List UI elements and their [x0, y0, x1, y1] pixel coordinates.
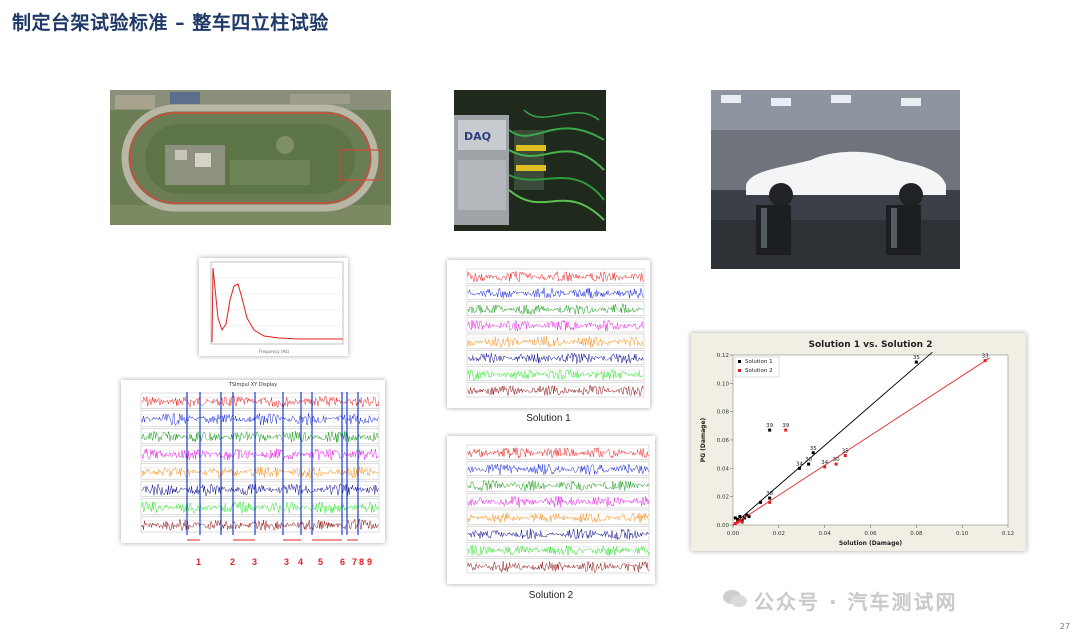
- test-track-aerial-photo: [110, 90, 391, 225]
- solution2-channels-panel: [447, 436, 655, 584]
- four-poster-vehicle-photo: [711, 90, 960, 269]
- segment-label: 1: [196, 557, 202, 567]
- x-tick-label: 0.02: [773, 531, 785, 537]
- x-tick-label: 0.12: [1002, 531, 1014, 537]
- damage-comparison-chart: Solution 1 vs. Solution 2 0.00 0.02 0.04 0.0…: [691, 333, 1026, 551]
- tsimpul-segmented-display: TSImpul XY Display: [121, 380, 385, 543]
- daq-hardware-photo: DAQ: [454, 90, 606, 231]
- point-label: 38: [766, 491, 773, 497]
- point-label: 34: [821, 460, 828, 466]
- solution1-caption: Solution 1: [526, 413, 571, 424]
- y-tick-label: 0.12: [717, 353, 729, 359]
- scatter-point: [738, 515, 742, 518]
- point-label: 30: [805, 457, 812, 463]
- solution1-channels-panel: [447, 260, 650, 408]
- point-label: 39: [766, 423, 773, 429]
- y-tick-label: 0.08: [717, 410, 730, 416]
- x-tick-label: 0.00: [727, 531, 740, 537]
- point-label: 35: [842, 449, 849, 455]
- frequency-spectrum-panel: Frequency (Hz): [199, 258, 348, 356]
- segment-label: 3: [284, 557, 290, 567]
- segment-label: 5: [318, 557, 324, 567]
- point-label: 39: [782, 423, 789, 429]
- segment-label: 6: [340, 557, 346, 567]
- wechat-icon: [722, 588, 748, 610]
- solution2-caption: Solution 2: [528, 590, 574, 601]
- scatter-point: [768, 500, 772, 504]
- segment-label: 3: [252, 557, 258, 567]
- point-label: 34: [796, 461, 803, 467]
- segment-label: 9: [367, 557, 373, 567]
- legend-entry: Solution 2: [745, 368, 773, 374]
- watermark-text: 公众号 · 汽车测试网: [754, 590, 958, 614]
- segment-label: 2: [230, 557, 236, 567]
- x-tick-label: 0.08: [910, 531, 923, 537]
- x-tick-label: 0.04: [819, 531, 832, 537]
- point-label: 33: [982, 354, 989, 360]
- scatter-point: [740, 520, 744, 524]
- y-tick-label: 0.06: [717, 438, 730, 444]
- x-tick-label: 0.10: [956, 531, 969, 537]
- page-number: 27: [1059, 622, 1070, 631]
- y-tick-label: 0.02: [717, 495, 729, 501]
- chart-title: Solution 1 vs. Solution 2: [809, 340, 933, 350]
- segment-label: 8: [359, 557, 365, 567]
- y-tick-label: 0.10: [717, 381, 730, 387]
- page-title: 制定台架试验标准 – 整车四立柱试验: [12, 12, 329, 34]
- svg-text:Frequency (Hz): Frequency (Hz): [259, 349, 290, 354]
- point-label: 35: [913, 355, 920, 361]
- segment-label: 4: [298, 557, 304, 567]
- svg-text:DAQ: DAQ: [464, 130, 491, 143]
- x-axis-label: Solution (Damage): [839, 540, 903, 547]
- point-label: 30: [833, 457, 840, 463]
- scatter-point: [759, 500, 762, 504]
- y-axis-label: PG (Damage): [700, 417, 707, 462]
- x-tick-label: 0.06: [864, 531, 877, 537]
- y-tick-label: 0.00: [717, 523, 730, 529]
- point-label: 35: [810, 446, 817, 452]
- y-tick-label: 0.04: [717, 466, 730, 472]
- tsimpul-title: TSImpul XY Display: [228, 382, 278, 388]
- segment-label: 7: [352, 557, 358, 567]
- legend-entry: Solution 1: [745, 359, 773, 365]
